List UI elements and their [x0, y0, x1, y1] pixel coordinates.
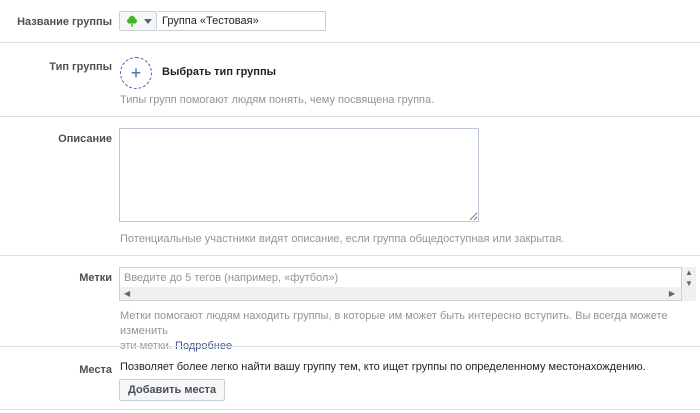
tree-icon — [127, 15, 137, 27]
group-type-label: Тип группы — [49, 61, 112, 73]
scroll-up-icon[interactable]: ▲ — [685, 268, 693, 278]
group-icon-picker[interactable] — [119, 11, 157, 31]
places-text: Позволяет более легко найти вашу группу … — [120, 361, 646, 373]
horizontal-scrollbar[interactable]: ◀ ▶ — [119, 287, 682, 301]
description-textarea[interactable] — [119, 128, 479, 222]
group-name-input[interactable] — [158, 11, 326, 31]
tags-hint: Метки помогают людям находить группы, в … — [120, 309, 700, 354]
plus-icon: + — [130, 63, 142, 83]
places-label: Места — [79, 364, 112, 376]
description-label: Описание — [58, 133, 112, 145]
divider — [0, 346, 700, 347]
scroll-left-icon[interactable]: ◀ — [124, 289, 130, 299]
scroll-right-icon[interactable]: ▶ — [669, 289, 675, 299]
add-group-type-button[interactable]: + — [120, 57, 152, 89]
group-type-hint: Типы групп помогают людям понять, чему п… — [120, 94, 435, 106]
group-name-label: Название группы — [17, 16, 112, 28]
choose-group-type-link[interactable]: Выбрать тип группы — [162, 66, 276, 78]
add-places-button[interactable]: Добавить места — [119, 379, 226, 401]
divider — [0, 255, 700, 256]
divider — [0, 116, 700, 117]
scroll-down-icon[interactable]: ▼ — [685, 279, 693, 289]
tags-label: Метки — [79, 272, 112, 284]
description-hint: Потенциальные участники видят описание, … — [120, 233, 565, 245]
tags-hint-line1: Метки помогают людям находить группы, в … — [120, 310, 668, 337]
tags-input[interactable] — [119, 267, 682, 287]
vertical-scrollbar[interactable]: ▲ ▼ — [682, 267, 696, 301]
chevron-down-icon — [144, 19, 152, 24]
divider — [0, 409, 700, 410]
divider — [0, 42, 700, 43]
